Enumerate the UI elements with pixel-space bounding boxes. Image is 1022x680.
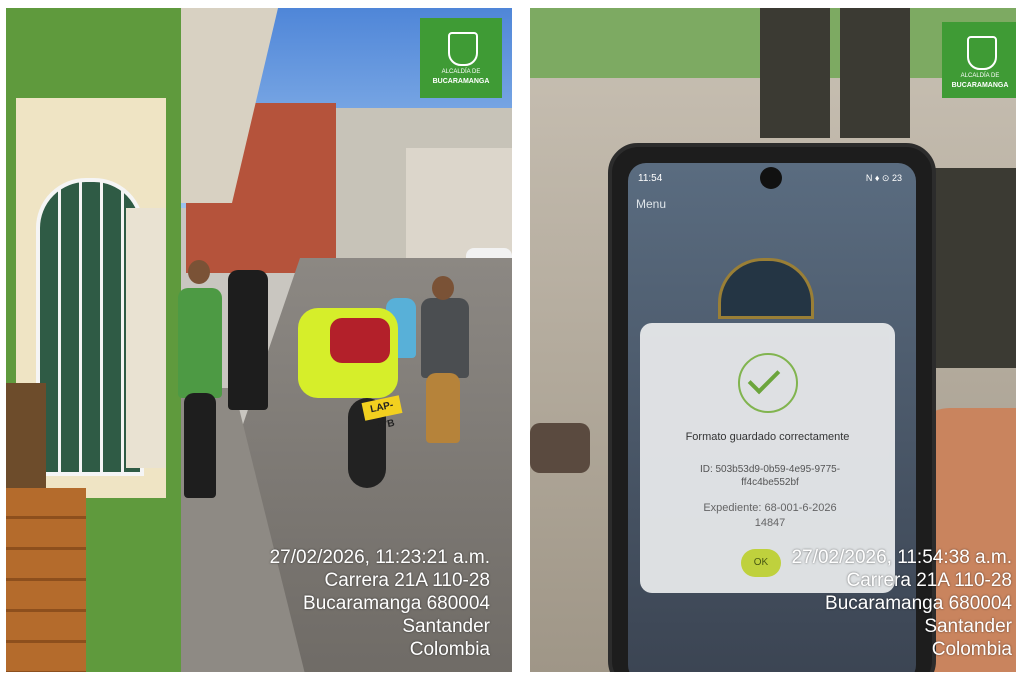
street-photo: LAP-57B ALCALDÍA DE BUCARAMANGA 27/02/20…: [6, 8, 512, 672]
status-icons: N ♦ ⊙ 23: [865, 173, 902, 183]
white-house: [406, 148, 512, 258]
stamp-state: Santander: [924, 616, 1012, 637]
person-leg: [930, 168, 1016, 368]
shoe: [530, 423, 590, 473]
alcaldia-logo: ALCALDÍA DE BUCARAMANGA: [420, 18, 502, 98]
dialog-title: Formato guardado correctamente: [685, 431, 850, 443]
front-camera: [760, 167, 782, 189]
crest-icon: [967, 36, 997, 70]
person-leg: [760, 8, 830, 138]
stamp-address: Carrera 21A 110-28: [324, 570, 490, 591]
phone-photo: 11:54 N ♦ ⊙ 23 Menu Formato guardado cor…: [530, 8, 1016, 672]
person-black: [228, 270, 268, 410]
stamp-datetime: 27/02/2026, 11:23:21 a.m.: [269, 547, 490, 568]
ok-button[interactable]: OK: [741, 549, 781, 577]
alcaldia-logo: ALCALDÍA DE BUCARAMANGA: [942, 22, 1016, 98]
stamp-city: Bucaramanga 680004: [303, 593, 490, 614]
person-head: [188, 260, 210, 284]
stamp-country: Colombia: [931, 639, 1012, 660]
logo-big-text: BUCARAMANGA: [432, 78, 490, 85]
person-tan-pants: [426, 373, 460, 443]
dialog-expediente: Expediente: 68-001-6-2026 14847: [703, 502, 837, 529]
crest-icon: [448, 32, 478, 66]
menu-label: Menu: [636, 197, 667, 211]
timestamp-stamp: 27/02/2026, 11:23:21 a.m. Carrera 21A 11…: [270, 546, 490, 661]
stamp-datetime: 27/02/2026, 11:54:38 a.m.: [791, 547, 1012, 568]
person-head: [432, 276, 454, 300]
colombia-seal-icon: [718, 258, 814, 319]
door: [126, 208, 166, 468]
stamp-address: Carrera 21A 110-28: [846, 570, 1012, 591]
person-green-vest: [178, 288, 222, 398]
logo-small-text: ALCALDÍA DE: [960, 73, 1000, 79]
person-gray-shirt: [421, 298, 469, 378]
stamp-country: Colombia: [409, 639, 490, 660]
dialog-id: ID: 503b53d9-0b59-4e95-9775- ff4c4be552b…: [699, 464, 841, 488]
stamp-state: Santander: [402, 616, 490, 637]
timestamp-stamp: 27/02/2026, 11:54:38 a.m. Carrera 21A 11…: [792, 546, 1012, 661]
logo-small-text: ALCALDÍA DE: [441, 69, 481, 75]
status-time: 11:54: [638, 173, 663, 184]
wooden-bench: [6, 488, 86, 672]
check-circle-icon: [738, 353, 798, 413]
logo-big-text: BUCARAMANGA: [951, 82, 1009, 89]
person-leg: [840, 8, 910, 138]
stamp-city: Bucaramanga 680004: [825, 593, 1012, 614]
person-legs: [184, 393, 216, 498]
